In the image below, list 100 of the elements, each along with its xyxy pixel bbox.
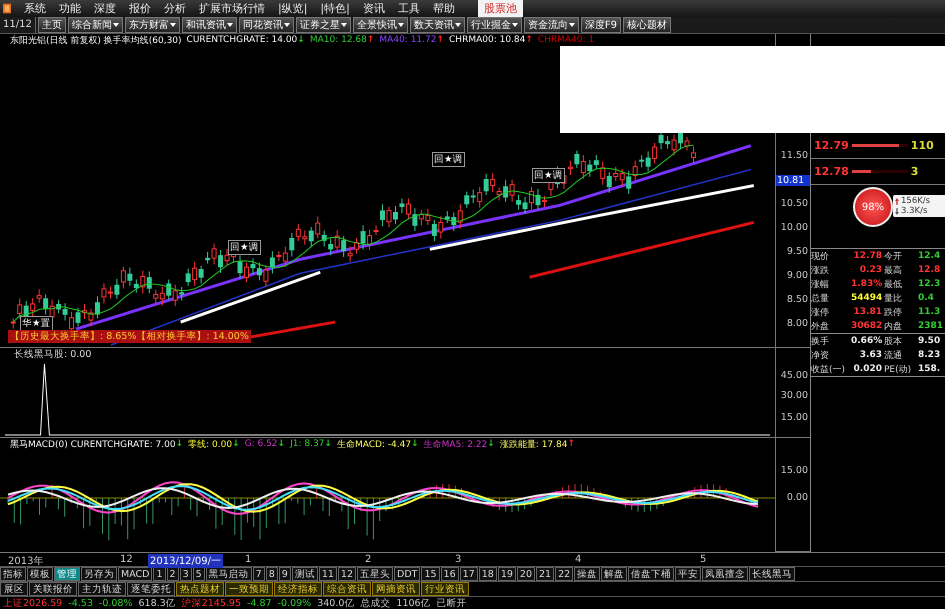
indicator-tab[interactable]: 解盘 [601,567,628,581]
menu-item[interactable]: |特色| [320,1,350,16]
indicator-tab[interactable]: 管理 [54,567,80,581]
extension-tab[interactable]: 一致预期 [225,582,273,596]
axis-label: 15.00 [780,412,808,424]
axis-label: 0.00 [786,492,808,504]
indicator-tab[interactable]: 3 [180,567,192,581]
indicator-tab[interactable]: 20 [516,567,535,581]
indicator-tab[interactable]: 指标 [0,567,26,581]
quote-label: 流通 [884,350,903,362]
indicator-tab[interactable]: 11 [318,567,337,581]
indicator-tab[interactable]: 操盘 [574,567,600,581]
trend-arrow: ↓ [297,35,305,46]
indicator-tab[interactable]: 模板 [27,567,53,581]
trend-arrow: ↓ [487,439,495,450]
toolbar-button[interactable]: 综合新闻 [68,17,123,34]
extension-tab[interactable]: 热点题材 [176,582,224,596]
caret-icon [512,23,518,28]
menu-item[interactable]: 深度 [94,1,116,16]
indicator-tab[interactable]: 凤凰擅念 [702,567,748,581]
axis-label: 9.00 [786,270,808,281]
menu-item[interactable]: 资讯 [362,1,385,16]
speed-badge[interactable]: 98% [853,187,893,228]
legend-text: MA10: 12.68 [310,35,367,46]
menu-item[interactable]: 帮助 [432,1,455,16]
extension-tab[interactable]: 网摘资讯 [372,582,420,596]
quote-value: 12.3 [917,279,942,290]
indicator-tab[interactable]: 19 [498,567,516,581]
caret-icon [284,23,290,28]
toolbar-button[interactable]: 证券之星 [296,17,351,34]
axis-label: 9.50 [786,246,808,257]
indicator-tab[interactable]: 16 [440,567,459,581]
quote-value: 54494 [851,293,884,304]
indicator-tab[interactable]: 长线黑马 [749,567,796,581]
indicator-tab[interactable]: 测试 [292,567,318,581]
indicator-tab[interactable]: 借盘下桶 [628,567,674,581]
extension-tab[interactable]: 经济指标 [274,582,322,596]
menu-item[interactable]: |纵览| [278,1,308,16]
toolbar-button[interactable]: 全景快讯 [352,17,408,34]
toolbar-button[interactable]: 行业掘金 [466,17,522,34]
axis-label: 8.50 [786,294,808,305]
indicator-tab[interactable]: 22 [555,567,574,581]
status-text: 340.0亿 [317,596,354,609]
indicator-tab[interactable]: 2 [166,567,179,581]
quote-label: 内盘 [884,320,903,333]
toolbar-button[interactable]: 同花资讯 [238,17,294,34]
status-text: 总成交 [360,596,390,609]
menu-item[interactable]: 工具 [398,1,420,16]
indicator-tab[interactable]: 17 [460,567,478,581]
time-axis-label: 3 [455,554,462,566]
chart-marker-label: 回★调 [432,152,465,168]
quote-value: 12.8 [917,265,942,276]
status-text: 618.3亿 [138,596,176,609]
trend-arrow: ↓ [411,439,419,450]
indicator-tab[interactable]: 平安 [675,567,702,581]
extension-tab[interactable]: 关联报价 [29,582,77,596]
menu-item[interactable]: 报价 [129,1,151,16]
indicator-tab[interactable]: 12 [338,567,356,581]
down-arrow-icon [895,208,899,215]
axis-label: 10.00 [780,222,808,233]
toolbar-button[interactable]: 和讯资讯 [182,17,237,34]
menu-item[interactable]: 功能 [59,1,81,16]
toolbar-button[interactable]: 核心题材 [622,17,671,34]
quote-value: 30682 [851,321,884,332]
toolbar-button[interactable]: 主页 [38,17,66,34]
toolbar-button[interactable]: 东方财富 [124,17,180,34]
caret-icon [112,23,119,28]
extension-tab[interactable]: 逐笔委托 [127,582,175,596]
indicator-tab[interactable]: 5 [192,567,205,581]
quote-value: 12.78 [852,251,883,262]
indicator-tab[interactable]: 7 [252,567,265,581]
indicator-tab[interactable]: 21 [536,567,554,581]
indicator-tab[interactable]: 另存为 [81,567,117,581]
extension-tab[interactable]: 综合资讯 [323,582,371,596]
indicator-tab[interactable]: 15 [421,567,440,581]
indicator-tab[interactable]: 1 [153,567,166,581]
time-axis-label: 2013年 [8,555,44,568]
indicator-tab[interactable]: 黑马启动 [206,567,252,581]
trend-arrow: ↓ [278,439,286,450]
legend-text: CURENTCHGRATE: 14.00 [186,35,298,46]
indicator-tab[interactable]: 8 [266,567,278,581]
app-logo-icon[interactable] [3,3,11,14]
indicator-tab[interactable]: 五星头 [357,567,393,581]
extension-tab[interactable]: 行业资讯 [421,582,469,596]
indicator-tab[interactable]: 9 [278,567,291,581]
indicator-tab[interactable]: MACD [118,567,152,581]
stock-pool-button[interactable]: 股票池 [478,0,523,17]
indicator-tab[interactable]: 18 [478,567,497,581]
extension-tab[interactable]: 主力轨迹 [78,582,126,596]
toolbar-button[interactable]: 深度F9 [580,17,621,34]
toolbar-button[interactable]: 数天资讯 [410,17,465,34]
legend-text: CHRMA00: 10.84 [449,35,526,46]
extension-tab[interactable]: 展区 [0,582,28,596]
menu-item[interactable]: 扩展市场行情 [199,1,265,16]
menu-item[interactable]: 分析 [164,1,186,16]
quote-value: 158. [917,364,942,374]
time-axis-label: 2 [365,554,372,566]
toolbar-button[interactable]: 资金流向 [524,17,579,34]
indicator-tab[interactable]: DDT [394,567,420,581]
menu-item[interactable]: 系统 [24,1,46,16]
